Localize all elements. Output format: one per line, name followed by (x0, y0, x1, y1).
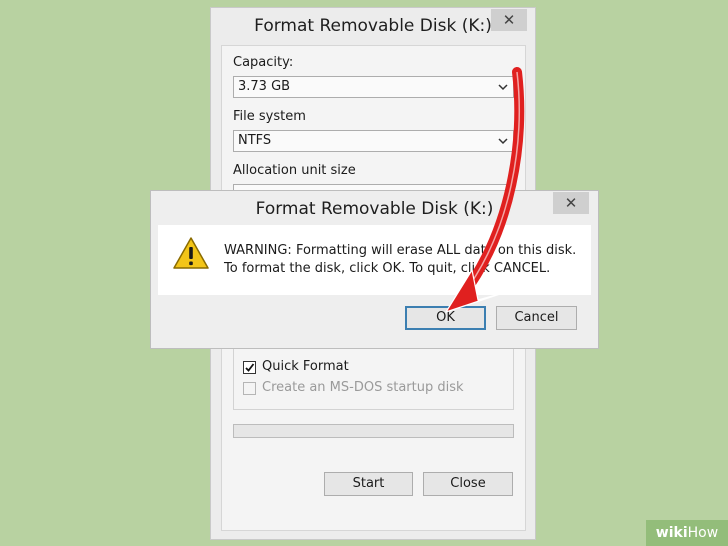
watermark-part1: wiki (655, 525, 688, 541)
wikihow-watermark: wikiHow (646, 520, 728, 546)
watermark-part2: How (687, 525, 719, 541)
red-arrow-annotation (445, 67, 525, 313)
